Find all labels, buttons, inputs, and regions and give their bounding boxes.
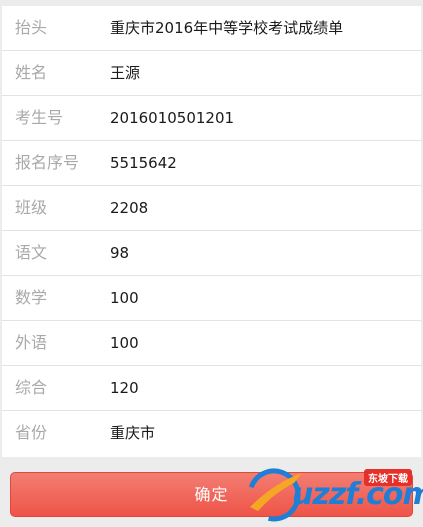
row-exam-number: 考生号 2016010501201 (2, 96, 421, 141)
row-value: 2016010501201 (110, 109, 235, 127)
row-label: 报名序号 (15, 153, 80, 172)
row-value: 100 (110, 334, 139, 352)
row-value: 2208 (110, 199, 149, 217)
row-foreign-language: 外语 100 (2, 321, 421, 366)
row-label: 考生号 (15, 108, 64, 127)
row-province: 省份 重庆市 (2, 411, 421, 456)
row-title: 抬头 重庆市2016年中等学校考试成绩单 (2, 6, 421, 51)
row-chinese: 语文 98 (2, 231, 421, 276)
row-value: 重庆市 (110, 424, 156, 442)
row-label: 外语 (15, 333, 48, 352)
row-value: 重庆市2016年中等学校考试成绩单 (110, 19, 344, 37)
row-value: 王源 (110, 64, 141, 82)
row-label: 综合 (15, 378, 48, 397)
row-value: 100 (110, 289, 139, 307)
row-class: 班级 2208 (2, 186, 421, 231)
watermark-badge: 东坡下载 (364, 469, 412, 486)
row-value: 98 (110, 244, 130, 262)
row-comprehensive: 综合 120 (2, 366, 421, 411)
row-name: 姓名 王源 (2, 51, 421, 96)
score-report-card: 抬头 重庆市2016年中等学校考试成绩单 姓名 王源 考生号 201601050… (2, 6, 421, 457)
row-label: 省份 (15, 423, 48, 442)
row-label: 语文 (15, 243, 48, 262)
row-label: 班级 (15, 198, 48, 217)
row-value: 5515642 (110, 154, 177, 172)
row-label: 抬头 (15, 18, 48, 37)
row-math: 数学 100 (2, 276, 421, 321)
row-label: 姓名 (15, 63, 48, 82)
site-watermark: uzzf.com 东坡下载 (244, 463, 423, 525)
row-registration-number: 报名序号 5515642 (2, 141, 421, 186)
row-value: 120 (110, 379, 139, 397)
row-label: 数学 (15, 288, 48, 307)
